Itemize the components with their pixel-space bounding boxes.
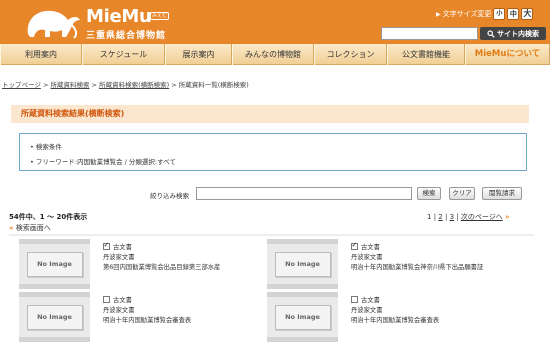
site-search-button[interactable]: サイト内検索 xyxy=(480,27,546,40)
mammoth-logo-icon[interactable] xyxy=(20,4,84,40)
no-image-placeholder: No Image xyxy=(274,251,331,277)
breadcrumb-separator: > xyxy=(169,81,179,89)
result-info: 古文書 丹波家文書 明治十年内国勧業博覧会審査表 xyxy=(103,296,191,326)
result-info: 古文書 丹波家文書 明治十年内国勧業博覧会神奈川県下出品願書証 xyxy=(351,240,483,273)
pagination: 1 | 2 | 3 | 次のページへ » xyxy=(427,213,510,221)
font-size-large-button[interactable]: 大 xyxy=(521,8,534,20)
result-collection: 丹波家文書 xyxy=(351,254,383,261)
result-title-link[interactable]: 明治十年内国勧業博覧会審査表 xyxy=(103,316,191,326)
result-title-link[interactable]: 明治十年内国勧業博覧会神奈川県下出品願書証 xyxy=(351,263,483,273)
page-link-2[interactable]: 2 xyxy=(438,213,442,221)
result-checkbox[interactable] xyxy=(103,240,110,250)
breadcrumb: トップページ > 所蔵資料検索 > 所蔵資料検索(横断検索) > 所蔵資料一覧(… xyxy=(2,79,249,89)
result-checkbox[interactable] xyxy=(351,240,358,250)
next-page-link[interactable]: 次のページへ xyxy=(461,213,503,221)
result-info: 古文書 丹波家文書 明治十年内国勧業博覧会審査表 xyxy=(351,296,439,326)
site-search-label: サイト内検索 xyxy=(497,29,539,38)
result-checkbox[interactable] xyxy=(103,296,110,303)
nav-item-archives[interactable]: 公文書館機能 xyxy=(387,44,465,65)
result-title-link[interactable]: 明治十年内国勧業博覧会審査表 xyxy=(351,316,439,326)
nav-item-about[interactable]: MieMuについて xyxy=(465,44,550,65)
no-image-placeholder: No Image xyxy=(26,251,83,277)
result-collection: 丹波家文書 xyxy=(351,307,383,314)
filter-input[interactable] xyxy=(196,187,412,200)
nav-item-collection[interactable]: コレクション xyxy=(314,44,387,65)
site-search-input[interactable] xyxy=(381,27,478,40)
breadcrumb-current: 所蔵資料一覧(横断検索) xyxy=(178,81,249,89)
result-collection: 丹波家文書 xyxy=(103,307,135,314)
museum-name: 三重県総合博物館 xyxy=(86,31,167,41)
result-collection: 丹波家文書 xyxy=(103,254,135,261)
nav-item-community[interactable]: みんなの博物館 xyxy=(232,44,314,65)
main-nav: 利用案内 スケジュール 展示案内 みんなの博物館 コレクション 公文書館機能 M… xyxy=(0,44,550,65)
result-thumbnail[interactable]: No Image xyxy=(19,292,90,342)
result-checkbox[interactable] xyxy=(351,296,358,303)
no-image-placeholder: No Image xyxy=(274,304,331,330)
result-thumbnail[interactable]: No Image xyxy=(19,239,90,289)
font-size-small-button[interactable]: 小 xyxy=(493,8,506,20)
view-request-button[interactable]: 閲覧請求 xyxy=(482,187,522,200)
result-thumbnail[interactable]: No Image xyxy=(267,239,338,289)
result-item: No Image 古文書 丹波家文書 明治十年内国勧業博覧会神奈川県下出品願書証 xyxy=(267,239,517,289)
font-size-medium-button[interactable]: 中 xyxy=(507,8,520,20)
result-item: No Image 古文書 丹波家文書 明治十年内国勧業博覧会審査表 xyxy=(19,292,269,342)
nav-item-exhibition[interactable]: 展示案内 xyxy=(165,44,232,65)
back-to-search-link[interactable]: « 検索画面へ xyxy=(9,223,51,233)
font-size-control: ▶ 文字サイズ変更 小 中 大 xyxy=(436,8,534,20)
filter-clear-button[interactable]: クリア xyxy=(449,187,475,200)
font-size-label: 文字サイズ変更 xyxy=(442,10,492,18)
double-chevron-right-icon: » xyxy=(504,213,510,221)
breadcrumb-separator: > xyxy=(89,81,100,89)
nav-item-schedule[interactable]: スケジュール xyxy=(82,44,165,65)
double-chevron-left-icon: « xyxy=(9,224,14,232)
result-type: 古文書 xyxy=(361,244,380,251)
filter-label: 絞り込み検索 xyxy=(150,192,189,200)
nav-item-guide[interactable]: 利用案内 xyxy=(0,44,82,65)
result-thumbnail[interactable]: No Image xyxy=(267,292,338,342)
conditions-query: • フリーワード:内国勧業博覧会 / 分類選択:すべて xyxy=(30,158,176,166)
logo-wordmark[interactable]: MieMu xyxy=(86,6,152,27)
result-count: 54件中、1 〜 20件表示 xyxy=(9,213,88,221)
result-item: No Image 古文書 丹波家文書 第6回内国勧業博覧会出品目録第三部水産 xyxy=(19,239,269,289)
filter-row: 絞り込み検索 検索 クリア 閲覧請求 xyxy=(0,187,550,201)
result-title-link[interactable]: 第6回内国勧業博覧会出品目録第三部水産 xyxy=(103,263,220,273)
no-image-placeholder: No Image xyxy=(26,304,83,330)
result-item: No Image 古文書 丹波家文書 明治十年内国勧業博覧会審査表 xyxy=(267,292,517,342)
site-header: MieMu みえむ 三重県総合博物館 ▶ 文字サイズ変更 小 中 大 サイト内検… xyxy=(0,0,550,44)
conditions-heading: • 検索条件 xyxy=(30,143,62,151)
arrow-right-icon: ▶ xyxy=(436,10,441,18)
search-conditions-box: • 検索条件 • フリーワード:内国勧業博覧会 / 分類選択:すべて xyxy=(19,133,527,171)
page-link-3[interactable]: 3 xyxy=(450,213,454,221)
page-title: 所蔵資料検索結果(横断検索) xyxy=(11,105,529,123)
breadcrumb-cross-search[interactable]: 所蔵資料検索(横断検索) xyxy=(99,81,169,89)
result-info: 古文書 丹波家文書 第6回内国勧業博覧会出品目録第三部水産 xyxy=(103,240,220,273)
result-type: 古文書 xyxy=(113,297,132,304)
breadcrumb-collection-search[interactable]: 所蔵資料検索 xyxy=(50,81,89,89)
logo-subtitle: みえむ xyxy=(150,12,170,20)
filter-search-button[interactable]: 検索 xyxy=(417,187,441,200)
breadcrumb-home[interactable]: トップページ xyxy=(2,81,41,89)
result-type: 古文書 xyxy=(361,297,380,304)
page-current: 1 xyxy=(427,213,432,221)
search-icon xyxy=(487,29,495,38)
result-type: 古文書 xyxy=(113,244,132,251)
